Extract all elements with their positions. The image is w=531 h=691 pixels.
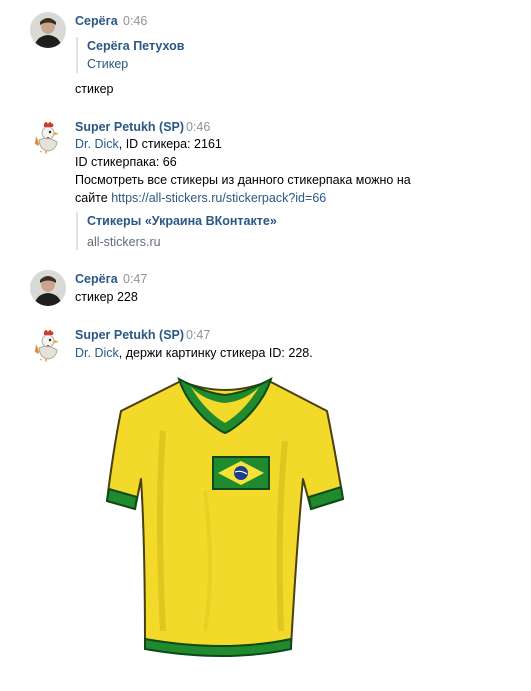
message-line-3: Посмотреть все стикеры из данного стикер… (75, 173, 411, 187)
reply-author[interactable]: Серёга Петухов (87, 37, 184, 55)
message-time: 0:47 (186, 328, 211, 342)
message-time: 0:46 (123, 14, 148, 28)
sticker-id-text: , ID стикера: 2161 (118, 137, 222, 151)
author-name[interactable]: Super Petukh (SP) (75, 328, 184, 342)
avatar-serega[interactable] (30, 270, 66, 306)
person-photo-icon (30, 270, 66, 306)
message-line-2: ID стикерпака: 66 (75, 155, 177, 169)
message-text: стикер 228 (75, 290, 138, 304)
reply-quote[interactable]: Серёга Петухов Стикер (76, 37, 184, 73)
avatar-bot[interactable] (30, 326, 66, 362)
rooster-avatar-icon (30, 326, 66, 362)
author-name[interactable]: Super Petukh (SP) (75, 120, 184, 134)
author-name[interactable]: Серёга (75, 14, 118, 28)
site-prefix: сайте (75, 191, 112, 205)
mention-link[interactable]: Dr. Dick (75, 137, 119, 151)
brazil-jersey-sticker[interactable] (105, 371, 345, 674)
message-time: 0:46 (186, 120, 211, 134)
rooster-avatar-icon (30, 118, 66, 154)
author-name[interactable]: Серёга (75, 272, 118, 286)
sticker-reply-text: , держи картинку стикера ID: 228. (118, 346, 313, 360)
message-time: 0:47 (123, 272, 148, 286)
link-snippet[interactable]: Стикеры «Украина ВКонтакте» all-stickers… (76, 212, 277, 250)
message-text: стикер (75, 82, 114, 96)
reply-preview: Стикер (87, 57, 129, 71)
snippet-domain: all-stickers.ru (87, 235, 161, 249)
snippet-title[interactable]: Стикеры «Украина ВКонтакте» (87, 212, 277, 230)
message-line-4: сайте https://all-stickers.ru/stickerpac… (75, 189, 326, 207)
jersey-sticker-icon (105, 376, 345, 657)
mention-link[interactable]: Dr. Dick (75, 346, 119, 360)
message-line-1: Dr. Dick, держи картинку стикера ID: 228… (75, 344, 313, 362)
avatar-bot[interactable] (30, 118, 66, 154)
stickerpack-link[interactable]: https://all-stickers.ru/stickerpack?id=6… (111, 191, 326, 205)
avatar-serega[interactable] (30, 12, 66, 48)
message-line-1: Dr. Dick, ID стикера: 2161 (75, 135, 222, 153)
person-photo-icon (30, 12, 66, 48)
